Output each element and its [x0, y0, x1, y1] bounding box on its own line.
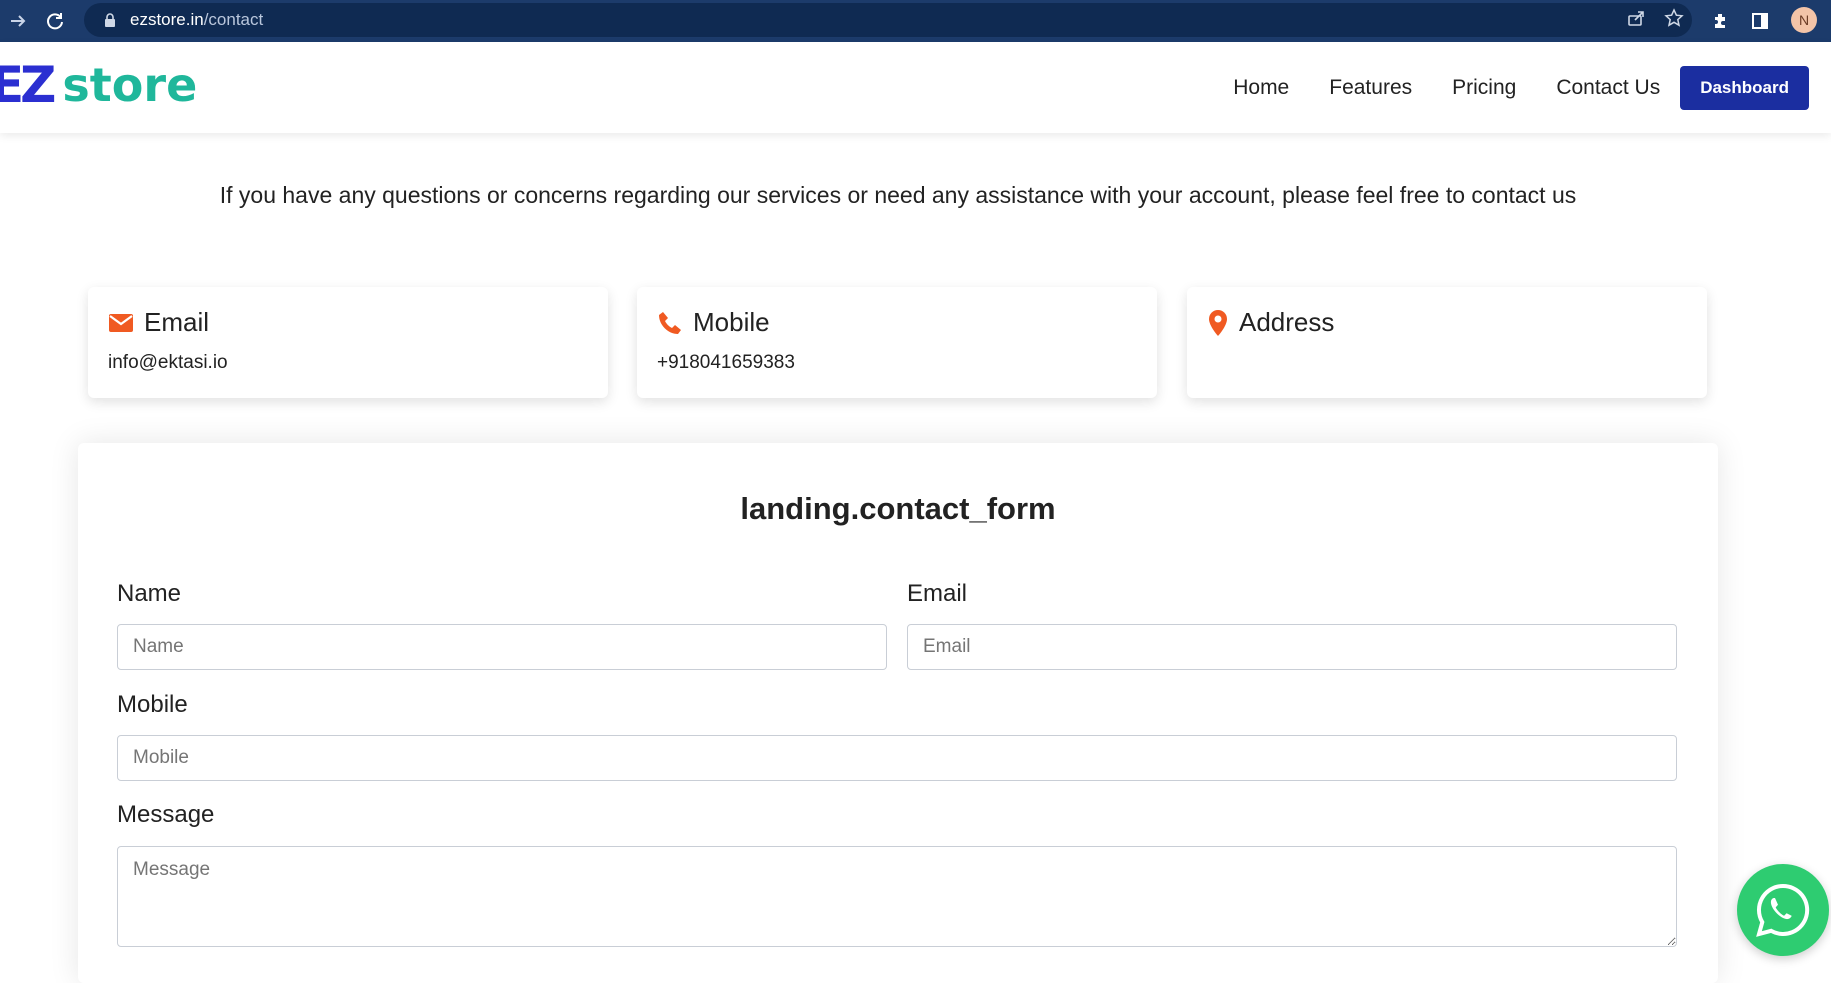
forward-icon[interactable]	[0, 3, 36, 39]
bookmark-star-icon[interactable]	[1664, 7, 1684, 33]
logo-ez: EZ	[0, 56, 56, 114]
reload-icon[interactable]	[37, 3, 73, 39]
nav-pricing[interactable]: Pricing	[1452, 76, 1516, 100]
message-label: Message	[117, 801, 215, 828]
logo-store: store	[62, 58, 198, 112]
message-textarea[interactable]	[117, 846, 1677, 947]
form-title: landing.contact_form	[740, 491, 1056, 526]
dashboard-button[interactable]: Dashboard	[1680, 66, 1809, 110]
ezstore-logo[interactable]: EZ store	[0, 60, 197, 110]
nav-contact-us[interactable]: Contact Us	[1556, 76, 1660, 100]
share-icon[interactable]	[1626, 8, 1646, 33]
map-pin-icon	[1209, 309, 1227, 336]
nav-home[interactable]: Home	[1233, 76, 1289, 100]
address-card-title: Address	[1239, 307, 1335, 337]
main-nav: Home Features Pricing Contact Us Dashboa…	[1193, 66, 1809, 110]
mobile-input[interactable]	[117, 735, 1677, 781]
phone-icon	[659, 311, 681, 334]
name-label: Name	[117, 580, 182, 607]
email-card-value: info@ektasi.io	[108, 352, 228, 373]
profile-avatar[interactable]: N	[1791, 7, 1817, 33]
name-input[interactable]	[117, 624, 887, 670]
mobile-card-value: +918041659383	[657, 352, 795, 373]
whatsapp-icon	[1756, 883, 1810, 937]
lock-icon	[105, 13, 115, 27]
mobile-card: Mobile +918041659383	[637, 287, 1157, 398]
url-domain: ezstore.in	[130, 10, 204, 29]
email-input[interactable]	[907, 624, 1677, 670]
whatsapp-button[interactable]	[1737, 864, 1829, 956]
envelope-icon	[109, 313, 133, 332]
url-path: /contact	[203, 10, 264, 29]
intro-text: If you have any questions or concerns re…	[219, 182, 1577, 208]
address-card: Address	[1187, 287, 1707, 398]
nav-features[interactable]: Features	[1329, 76, 1412, 100]
email-label: Email	[907, 580, 968, 607]
mobile-label: Mobile	[117, 691, 188, 718]
browser-toolbar: ezstore.in/contact N	[0, 0, 1831, 42]
email-card-title: Email	[144, 307, 210, 337]
extensions-icon[interactable]	[1708, 4, 1732, 38]
mobile-card-title: Mobile	[693, 307, 770, 337]
address-bar[interactable]: ezstore.in/contact	[84, 3, 1692, 37]
email-card: Email info@ektasi.io	[88, 287, 608, 398]
site-header: EZ store Home Features Pricing Contact U…	[0, 42, 1831, 133]
contact-form: landing.contact_form Name Email Mobile M…	[78, 443, 1718, 983]
side-panel-icon[interactable]	[1748, 4, 1772, 38]
